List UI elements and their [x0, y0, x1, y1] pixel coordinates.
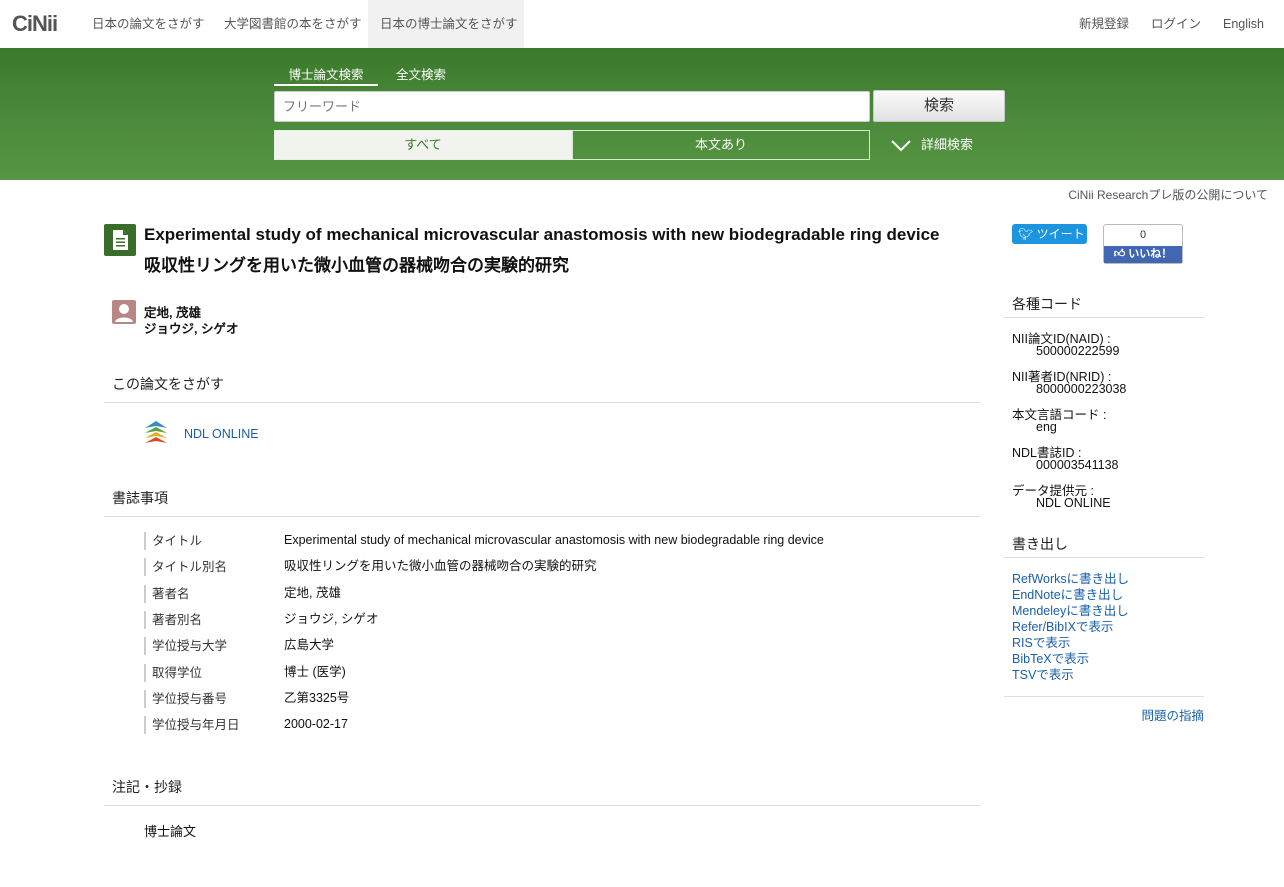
advanced-search-label: 詳細検索 — [921, 137, 974, 152]
like-count: 0 — [1139, 229, 1147, 241]
right-divider — [1004, 696, 1204, 697]
search-input[interactable] — [274, 91, 870, 122]
code-value: NDL ONLINE — [1036, 496, 1111, 510]
export-section-heading: 書き出し — [1004, 534, 1204, 558]
report-problem-link[interactable]: 問題の指摘 — [1141, 705, 1204, 724]
biblio-value: Experimental study of mechanical microva… — [284, 533, 824, 547]
english-link[interactable]: English — [1211, 0, 1276, 48]
article-title-ja: 吸収性リングを用いた微小血管の器械吻合の実験的研究 — [144, 256, 569, 275]
biblio-value: 広島大学 — [284, 638, 335, 652]
register-link[interactable]: 新規登録 — [1067, 0, 1141, 48]
author-avatar-icon — [112, 300, 136, 324]
biblio-value: 定地, 茂雄 — [284, 586, 341, 600]
cinii-research-notice-link[interactable]: CiNii Researchプレ版の公開について — [1068, 186, 1268, 203]
chevron-down-icon — [891, 139, 911, 151]
search-button[interactable]: 検索 — [873, 90, 1005, 122]
tweet-button[interactable]: 🐦︎ ツイート — [1012, 224, 1087, 244]
like-button[interactable]: 👍︎ いいね！ — [1104, 246, 1182, 263]
biblio-value: ジョウジ, シゲオ — [284, 612, 379, 626]
biblio-value: 博士 (医学) — [284, 665, 346, 679]
filter-all[interactable]: すべて — [274, 130, 572, 160]
codes-section-heading: 各種コード — [1004, 294, 1204, 318]
biblio-value: 乙第3325号 — [284, 691, 350, 705]
notes-section-heading: 注記・抄録 — [104, 778, 980, 806]
tab-dissertation-search[interactable]: 博士論文検索 — [274, 64, 378, 86]
like-label: いいね！ — [1128, 248, 1173, 260]
login-link[interactable]: ログイン — [1139, 0, 1213, 48]
code-value: 000003541138 — [1036, 458, 1119, 472]
biblio-label: タイトル — [144, 532, 202, 550]
author-name-kana: ジョウジ, シゲオ — [144, 322, 239, 336]
nav-dissertations-link[interactable]: 日本の博士論文をさがす — [368, 0, 524, 48]
code-value: eng — [1036, 420, 1057, 434]
document-icon — [104, 224, 136, 256]
tab-fulltext-search[interactable]: 全文検索 — [384, 64, 458, 86]
biblio-label: 著者名 — [144, 585, 190, 603]
ndl-online-link[interactable]: NDL ONLINE — [184, 427, 259, 441]
advanced-search-toggle[interactable]: 詳細検索 — [891, 134, 973, 154]
top-navbar: CiNii 日本の論文をさがす 大学図書館の本をさがす 日本の博士論文をさがす … — [0, 0, 1284, 48]
filter-fulltext[interactable]: 本文あり — [572, 130, 870, 160]
tweet-label: ツイート — [1036, 227, 1085, 241]
biblio-label: 学位授与年月日 — [144, 716, 240, 734]
biblio-value: 吸収性リングを用いた微小血管の器械吻合の実験的研究 — [284, 559, 597, 573]
thumbs-up-icon: 👍︎ — [1113, 248, 1126, 260]
biblio-label: タイトル別名 — [144, 558, 227, 576]
facebook-like-widget[interactable]: 0 👍︎ いいね！ — [1103, 224, 1183, 264]
biblio-label: 学位授与大学 — [144, 637, 227, 655]
biblio-label: 学位授与番号 — [144, 690, 227, 708]
code-value: 8000000223038 — [1036, 382, 1127, 396]
twitter-bird-icon: 🐦︎ — [1018, 227, 1034, 241]
nav-books-link[interactable]: 大学図書館の本をさがす — [212, 0, 374, 48]
nav-articles-link[interactable]: 日本の論文をさがす — [80, 0, 217, 48]
cinii-logo[interactable]: CiNii — [12, 11, 58, 37]
biblio-value: 2000-02-17 — [284, 717, 348, 731]
biblio-section-heading: 書誌事項 — [104, 489, 980, 517]
find-section-heading: この論文をさがす — [104, 375, 980, 403]
notes-text: 博士論文 — [144, 824, 197, 839]
search-band: 博士論文検索 全文検索 検索 すべて 本文あり 詳細検索 — [0, 48, 1284, 180]
code-value: 500000222599 — [1036, 344, 1120, 358]
biblio-label: 著者別名 — [144, 611, 202, 629]
ndl-logo-icon — [144, 420, 168, 446]
code-key: 本文言語コード : — [1012, 408, 1107, 422]
article-title-en: Experimental study of mechanical microva… — [144, 225, 940, 244]
export-link[interactable]: TSVで表示 — [1012, 664, 1074, 683]
biblio-label: 取得学位 — [144, 664, 202, 682]
